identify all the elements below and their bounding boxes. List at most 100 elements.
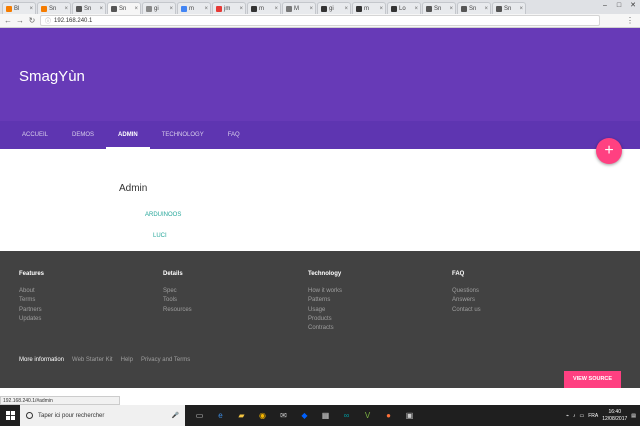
arduinoos-link[interactable]: ARDUINOOS	[145, 212, 181, 218]
window-controls: – □ ✕	[598, 0, 640, 12]
footer-link-about[interactable]: About	[19, 287, 44, 296]
edge-browser-icon[interactable]: e	[210, 405, 231, 426]
footer-link-updates[interactable]: Updates	[19, 315, 44, 324]
tab-close-icon[interactable]: ×	[29, 6, 33, 12]
editor-icon[interactable]: V	[357, 405, 378, 426]
tab-close-icon[interactable]: ×	[519, 6, 523, 12]
calculator-icon[interactable]: ▦	[315, 405, 336, 426]
tab-close-icon[interactable]: ×	[99, 6, 103, 12]
browser-tab[interactable]: Sn ×	[492, 2, 526, 14]
microphone-icon[interactable]: 🎤	[172, 412, 179, 419]
footer-link-tools[interactable]: Tools	[163, 296, 192, 305]
tab-close-icon[interactable]: ×	[274, 6, 278, 12]
tab-close-icon[interactable]: ×	[134, 6, 138, 12]
browser-tab[interactable]: Sn ×	[107, 2, 141, 14]
browser-tab[interactable]: Sn ×	[37, 2, 71, 14]
tab-close-icon[interactable]: ×	[64, 6, 68, 12]
add-fab-button[interactable]: +	[596, 138, 622, 164]
tab-favicon-icon	[356, 5, 362, 12]
dropbox-icon[interactable]: ◆	[294, 405, 315, 426]
tab-close-icon[interactable]: ×	[344, 6, 348, 12]
browser-tab[interactable]: gi ×	[142, 2, 176, 14]
nav-technology[interactable]: TECHNOLOGY	[150, 121, 216, 149]
battery-icon[interactable]: ▭	[580, 413, 585, 419]
browser-tab[interactable]: Lo ×	[387, 2, 421, 14]
file-explorer-icon[interactable]: ▰	[231, 405, 252, 426]
footer-link-terms[interactable]: Terms	[19, 296, 44, 305]
windows-start-icon[interactable]	[0, 405, 20, 426]
footer-link-spec[interactable]: Spec	[163, 287, 192, 296]
maximize-icon[interactable]: □	[612, 0, 626, 12]
footer-heading: Technology	[308, 271, 342, 277]
back-icon[interactable]: ←	[4, 16, 12, 25]
browser-tab[interactable]: m ×	[177, 2, 211, 14]
firefox-icon[interactable]: ●	[378, 405, 399, 426]
browser-tab[interactable]: Bl ×	[2, 2, 36, 14]
forward-icon[interactable]: →	[16, 16, 24, 25]
tab-favicon-icon	[41, 5, 47, 12]
nav-faq[interactable]: FAQ	[216, 121, 252, 149]
help-link[interactable]: Help	[121, 357, 133, 363]
footer-link-contact-us[interactable]: Contact us	[452, 306, 481, 315]
nav-admin[interactable]: ADMIN	[106, 121, 150, 149]
taskbar-clock[interactable]: 16:40 12/08/2017	[602, 409, 627, 423]
web-starter-kit-link[interactable]: Web Starter Kit	[72, 357, 113, 363]
browser-tab-strip: Bl × Sn × Sn × Sn × gi × m × jm × m × M × gi × m × Lo × Sn × Sn × Sn…	[0, 0, 640, 14]
footer-col-faq: FAQ Questions Answers Contact us	[452, 271, 481, 315]
view-source-button[interactable]: VIEW SOURCE	[564, 371, 621, 388]
arduino-icon[interactable]: ∞	[336, 405, 357, 426]
browser-menu-icon[interactable]: ⋮	[626, 16, 634, 25]
footer-link-how-it-works[interactable]: How it works	[308, 287, 342, 296]
tab-label: jm	[224, 5, 231, 12]
close-window-icon[interactable]: ✕	[626, 0, 640, 12]
minimize-icon[interactable]: –	[598, 0, 612, 12]
tab-close-icon[interactable]: ×	[414, 6, 418, 12]
chrome-icon[interactable]: ◉	[252, 405, 273, 426]
tab-favicon-icon	[216, 5, 222, 12]
browser-tab[interactable]: jm ×	[212, 2, 246, 14]
tab-close-icon[interactable]: ×	[239, 6, 243, 12]
tab-close-icon[interactable]: ×	[379, 6, 383, 12]
language-indicator[interactable]: FRA	[588, 413, 598, 419]
tab-favicon-icon	[286, 5, 292, 12]
footer-link-resources[interactable]: Resources	[163, 306, 192, 315]
browser-tab[interactable]: Sn ×	[72, 2, 106, 14]
privacy-terms-link[interactable]: Privacy and Terms	[141, 357, 190, 363]
tab-favicon-icon	[461, 5, 467, 12]
network-icon[interactable]: ⌁	[566, 413, 569, 419]
tab-close-icon[interactable]: ×	[309, 6, 313, 12]
url-input[interactable]: ⓘ 192.168.240.1	[40, 15, 600, 26]
tab-close-icon[interactable]: ×	[204, 6, 208, 12]
tab-close-icon[interactable]: ×	[169, 6, 173, 12]
browser-tab[interactable]: M ×	[282, 2, 316, 14]
footer-link-questions[interactable]: Questions	[452, 287, 481, 296]
page-info-icon[interactable]: ⓘ	[45, 16, 51, 25]
browser-tab[interactable]: gi ×	[317, 2, 351, 14]
browser-tab[interactable]: Sn ×	[457, 2, 491, 14]
volume-icon[interactable]: ♪	[573, 413, 576, 419]
luci-link[interactable]: LUCI	[153, 233, 167, 239]
windows-taskbar: Taper ici pour rechercher 🎤 ▭ e ▰ ◉ ✉ ◆ …	[0, 405, 640, 426]
tab-close-icon[interactable]: ×	[449, 6, 453, 12]
notifications-icon[interactable]: ▤	[631, 413, 636, 419]
browser-tab[interactable]: m ×	[352, 2, 386, 14]
footer-link-partners[interactable]: Partners	[19, 306, 44, 315]
tab-close-icon[interactable]: ×	[484, 6, 488, 12]
nav-demos[interactable]: DEMOS	[60, 121, 106, 149]
footer-heading: Details	[163, 271, 183, 277]
footer-link-contracts[interactable]: Contracts	[308, 324, 342, 333]
footer-link-products[interactable]: Products	[308, 315, 342, 324]
reload-icon[interactable]: ↻	[28, 16, 36, 25]
footer-link-usage[interactable]: Usage	[308, 306, 342, 315]
browser-tab[interactable]: Sn ×	[422, 2, 456, 14]
browser-tab[interactable]: m ×	[247, 2, 281, 14]
footer-col-details: Details Spec Tools Resources	[163, 271, 192, 315]
taskbar-search-input[interactable]: Taper ici pour rechercher 🎤	[20, 405, 185, 426]
nav-accueil[interactable]: ACCUEIL	[10, 121, 60, 149]
mail-icon[interactable]: ✉	[273, 405, 294, 426]
footer-link-patterns[interactable]: Patterns	[308, 296, 342, 305]
task-view-icon[interactable]: ▭	[189, 405, 210, 426]
tab-favicon-icon	[146, 5, 152, 12]
footer-link-answers[interactable]: Answers	[452, 296, 481, 305]
app-icon[interactable]: ▣	[399, 405, 420, 426]
